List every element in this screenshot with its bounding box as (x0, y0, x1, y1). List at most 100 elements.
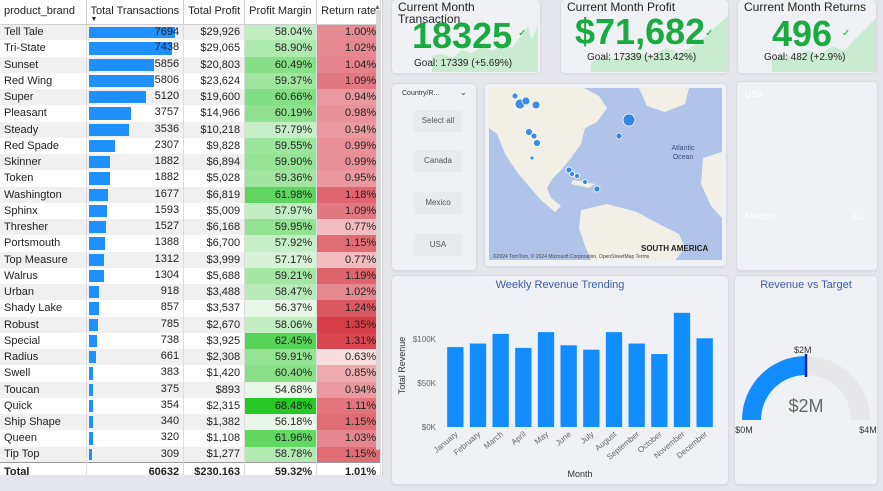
table-row[interactable]: Urban 918 $3,488 58.47% 1.02% (0, 284, 382, 301)
cell-profit: $3,999 (183, 251, 246, 268)
scrollbar-thumb[interactable] (376, 10, 380, 450)
revenue-bar[interactable] (492, 333, 509, 427)
store-bubble[interactable] (593, 185, 601, 193)
cell-return-rate: 1.03% (316, 430, 382, 447)
column-header-return-rate[interactable]: Return rate (316, 0, 382, 25)
revenue-bar[interactable] (560, 345, 577, 427)
cell-return-rate: 1.15% (316, 446, 382, 463)
table-row[interactable]: Tri-State 7438 $29,065 58.90% 1.02% (0, 40, 382, 57)
table-row[interactable]: Swell 383 $1,420 60.40% 0.85% (0, 365, 382, 382)
table-row[interactable]: Tip Top 309 $1,277 58.78% 1.15% (0, 446, 382, 463)
weekly-revenue-chart[interactable]: Weekly Revenue Trending $0K $50K $100K Janu… (392, 276, 728, 484)
store-bubble[interactable] (511, 92, 519, 100)
cell-brand: Quick (0, 397, 87, 414)
revenue-bar[interactable] (469, 343, 487, 427)
table-row[interactable]: Shady Lake 857 $3,537 56.37% 1.24% (0, 300, 382, 317)
table-row[interactable]: Walrus 1304 $5,688 59.21% 1.19% (0, 267, 382, 284)
map-canvas[interactable]: Atlantic Ocean SOUTH AMERICA ©2024 TomTo… (489, 88, 722, 260)
table-row[interactable]: Washington 1677 $6,819 61.98% 1.18% (0, 186, 382, 203)
slicer-option-canada[interactable]: Canada (414, 150, 462, 172)
table-row[interactable]: Red Wing 5806 $23,624 59.37% 1.09% (0, 72, 382, 89)
table-scrollbar[interactable]: ▲ (374, 4, 382, 470)
treemap-tile-canada[interactable]: C... (849, 208, 871, 266)
table-row[interactable]: Special 738 $3,925 62.45% 1.31% (0, 332, 382, 349)
y-tick-label: $100K (413, 335, 437, 344)
revenue-bar[interactable] (515, 347, 532, 427)
table-row[interactable]: Token 1882 $5,028 59.36% 0.95% (0, 170, 382, 187)
table-row[interactable]: Thresher 1527 $6,168 59.95% 0.77% (0, 219, 382, 236)
revenue-bar[interactable] (605, 332, 623, 427)
country-slicer[interactable]: Country/R... ⌄ Select all Canada Mexico … (392, 84, 476, 270)
table-row[interactable]: Quick 354 $2,315 68.48% 1.11% (0, 397, 382, 414)
table-row[interactable]: Skinner 1882 $6,894 59.90% 0.99% (0, 154, 382, 171)
sort-desc-icon[interactable]: ▼ (91, 16, 98, 23)
cell-brand: Toucan (0, 381, 87, 398)
revenue-bar[interactable] (583, 349, 600, 427)
column-header-transactions[interactable]: Total Transactions ▼ (86, 0, 185, 25)
data-bar (88, 107, 131, 120)
cell-brand: Swell (0, 365, 87, 382)
table-row[interactable]: Tell Tale 7694 $29,926 58.04% 1.00% (0, 24, 382, 41)
store-map[interactable]: Atlantic Ocean SOUTH AMERICA ©2024 TomTo… (485, 84, 726, 266)
table-row[interactable]: Ship Shape 340 $1,382 56.18% 1.15% (0, 414, 382, 431)
chevron-down-icon[interactable]: ⌄ (460, 88, 467, 97)
table-row[interactable]: Sphinx 1593 $5,009 57.97% 1.09% (0, 202, 382, 219)
table-row[interactable]: Sunset 5856 $20,803 60.49% 1.04% (0, 56, 382, 73)
revenue-bar[interactable] (628, 343, 645, 427)
store-bubble[interactable] (529, 155, 535, 161)
table-row[interactable]: Radius 661 $2,308 59.91% 0.63% (0, 349, 382, 366)
store-bubble[interactable] (569, 171, 575, 177)
cell-margin: 58.78% (244, 446, 318, 463)
cell-return-rate: 1.19% (316, 267, 382, 284)
table-row[interactable]: Toucan 375 $893 54.68% 0.94% (0, 381, 382, 398)
table-row[interactable]: Top Measure 1312 $3,999 57.17% 0.77% (0, 251, 382, 268)
store-bubble[interactable] (531, 100, 541, 110)
revenue-bar[interactable] (537, 332, 555, 427)
cell-transactions: 857 (86, 300, 185, 317)
kpi-card-returns[interactable]: Current Month Returns 496 ✓ Goal: 482 (+… (738, 0, 876, 73)
table-row[interactable]: Portsmouth 1388 $6,700 57.92% 1.15% (0, 235, 382, 252)
slicer-option-usa[interactable]: USA (414, 234, 462, 256)
slicer-option-mexico[interactable]: Mexico (414, 192, 462, 214)
table-row[interactable]: Steady 3536 $10,218 57.79% 0.94% (0, 121, 382, 138)
kpi-card-profit[interactable]: Current Month Profit $71,682 ✓ Goal: 173… (561, 0, 728, 73)
map-land-svg: Atlantic Ocean SOUTH AMERICA ©2024 TomTo… (489, 88, 722, 260)
total-transactions: 60632 (86, 462, 185, 475)
store-bubble[interactable] (622, 113, 636, 127)
revenue-bar[interactable] (673, 312, 691, 427)
revenue-target-gauge[interactable]: Revenue vs Target $2M $2M $0M $4M (735, 276, 877, 484)
cell-value: 857 (160, 301, 180, 314)
country-treemap[interactable]: USA Mexico C... (737, 82, 877, 270)
store-bubble[interactable] (615, 132, 623, 140)
cell-return-rate: 0.77% (316, 251, 382, 268)
column-header-profit[interactable]: Total Profit (183, 0, 246, 25)
total-return-rate: 1.01% (316, 462, 382, 475)
store-bubble[interactable] (582, 179, 588, 185)
cell-profit: $5,028 (183, 170, 246, 187)
revenue-bar[interactable] (696, 338, 713, 427)
table-row[interactable]: Super 5120 $19,600 60.66% 0.94% (0, 89, 382, 106)
treemap-tile-mexico[interactable]: Mexico (741, 208, 848, 266)
slicer-option-select-all[interactable]: Select all (414, 110, 462, 132)
gauge-svg: $2M $2M $0M $4M (735, 345, 877, 435)
table-row[interactable]: Robust 785 $2,670 58.06% 1.35% (0, 316, 382, 333)
store-bubble[interactable] (530, 132, 538, 140)
store-bubble[interactable] (521, 96, 531, 106)
total-margin: 59.32% (244, 462, 318, 475)
column-header-brand[interactable]: product_brand (0, 0, 87, 25)
revenue-bar[interactable] (651, 354, 668, 427)
revenue-bar[interactable] (447, 347, 464, 427)
store-bubble[interactable] (533, 139, 541, 147)
cell-return-rate: 1.02% (316, 284, 382, 301)
table-row[interactable]: Red Spade 2307 $9,828 59.55% 0.99% (0, 137, 382, 154)
table-row[interactable]: Pleasant 3757 $14,966 60.19% 0.98% (0, 105, 382, 122)
column-header-margin[interactable]: Profit Margin (244, 0, 318, 25)
cell-margin: 59.90% (244, 154, 318, 171)
kpi-card-transactions[interactable]: Current Month Transaction 18325 ✓ Goal: 1… (392, 0, 540, 73)
table-row[interactable]: Queen 320 $1,108 61.96% 1.03% (0, 430, 382, 447)
treemap-tile-usa[interactable]: USA (741, 86, 871, 207)
data-bar (88, 286, 99, 299)
map-attribution[interactable]: ©2024 TomTom, © 2024 Microsoft Corporati… (493, 253, 650, 260)
store-bubble[interactable] (574, 173, 580, 179)
total-profit: $230,163 (183, 462, 246, 475)
